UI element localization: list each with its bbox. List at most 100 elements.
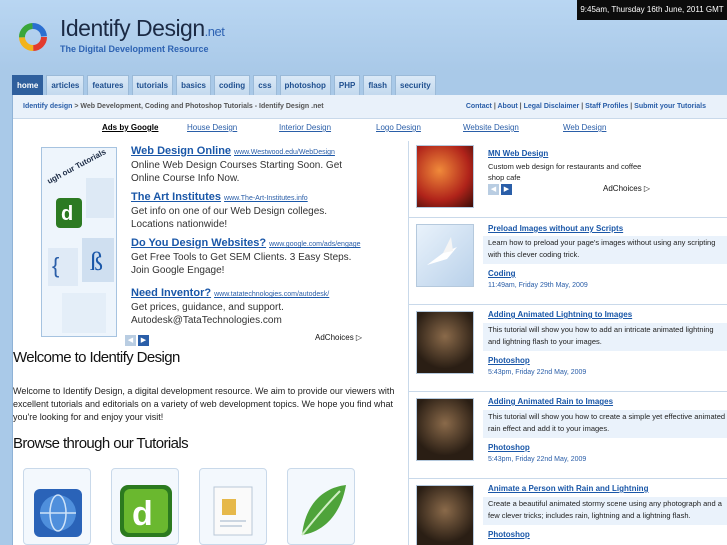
top-links: Contact | About | Legal Disclaimer | Sta… [466,95,706,119]
article-thumbnail[interactable] [416,311,474,374]
tab-flash[interactable]: flash [363,75,392,95]
ad-title-text[interactable]: Do You Design Websites? [131,237,266,249]
tab-photoshop[interactable]: photoshop [279,75,331,95]
tab-coding[interactable]: coding [213,75,251,95]
breadcrumb-separator: > [74,103,79,110]
ad-link-interior-design[interactable]: Interior Design [279,123,331,132]
article-date: 5:43pm, Friday 22nd May, 2009 [488,369,587,376]
article-category[interactable]: Photoshop [488,530,530,539]
contact-link[interactable]: Contact [466,103,492,110]
ad-link-website-design[interactable]: Website Design [463,123,519,132]
sidebar-ad-description: Custom web design for restaurants and co… [488,162,642,182]
sidebar-ad: MN Web Design Custom web design for rest… [409,141,727,217]
previous-arrow-icon[interactable]: ◀ [488,184,499,195]
document-icon [213,486,253,536]
next-arrow-icon[interactable]: ▶ [501,184,512,195]
article-description: This tutorial will show you how to add a… [488,325,714,346]
legal-disclaimer-link[interactable]: Legal Disclaimer [524,103,580,110]
sidebar-ad-pager: ◀ ▶ [488,184,512,195]
tab-php[interactable]: PHP [333,75,361,95]
ad-title[interactable]: The Art Institutes www.The-Art-Institutes… [131,191,371,203]
ad-link-logo-design[interactable]: Logo Design [376,123,421,132]
staff-profiles-link[interactable]: Staff Profiles [585,103,628,110]
adchoices-link[interactable]: AdChoices ▷ [315,333,362,342]
ad-entry: Web Design Online www.Westwood.edu/WebDes… [131,145,371,185]
ad-link-web-design[interactable]: Web Design [563,123,606,132]
article-category[interactable]: Coding [488,269,516,278]
article-category[interactable]: Photoshop [488,443,530,452]
article-thumbnail[interactable] [416,485,474,545]
ad-description: Get prices, guidance, and support. Autod… [131,302,284,326]
breadcrumb-home-link[interactable]: Identify design [23,103,72,110]
ad-thumbnail[interactable] [416,145,474,208]
site-title-text[interactable]: Identify Design [60,15,205,41]
article-title[interactable]: Animate a Person with Rain and Lightning [488,484,648,493]
tab-articles[interactable]: articles [46,75,85,95]
tutorial-category-globe[interactable] [23,468,91,545]
site-title[interactable]: Identify Design.net [60,15,225,42]
tutorial-category-dreamweaver[interactable]: d [111,468,179,545]
ad-entry: Do You Design Websites? www.google.com/ad… [131,237,371,277]
tutorial-category-leaf[interactable] [287,468,355,545]
site-header: Identify Design.net The Digital Developm… [0,0,727,72]
svg-text:d: d [61,203,73,225]
tab-home[interactable]: home [12,75,44,95]
tab-css[interactable]: css [253,75,277,95]
tab-basics[interactable]: basics [176,75,211,95]
ad-title[interactable]: Web Design Online www.Westwood.edu/WebDes… [131,145,371,157]
adchoices-label[interactable]: AdChoices [315,333,354,342]
ad-title[interactable]: Do You Design Websites? www.google.com/ad… [131,237,371,249]
adchoices-link[interactable]: AdChoices ▷ [603,184,650,193]
browse-heading: Browse through our Tutorials [13,435,189,452]
link-separator: | [630,103,633,110]
ad-url[interactable]: www.tatatechnologies.com/autodesk/ [214,291,329,298]
ad-image[interactable]: d { ß ugh our Tutorials [41,147,117,337]
submit-tutorials-link[interactable]: Submit your Tutorials [634,103,706,110]
tab-features[interactable]: features [87,75,129,95]
globe-icon [34,489,82,537]
svg-text:{: { [52,253,59,278]
main-nav: home articles features tutorials basics … [12,75,436,95]
sidebar-ad-title[interactable]: MN Web Design [488,149,548,158]
article-category[interactable]: Photoshop [488,356,530,365]
ad-links-bar: Ads by Google House Design Interior Desi… [13,123,727,135]
adchoices-icon[interactable]: ▷ [356,333,362,342]
article-description: Learn how to preload your page's images … [488,238,716,259]
ad-url[interactable]: www.Westwood.edu/WebDesign [234,149,335,156]
ad-title-text[interactable]: Need Inventor? [131,287,211,299]
previous-arrow-icon[interactable]: ◀ [125,335,136,346]
ad-url[interactable]: www.google.com/ads/engage [269,241,360,248]
svg-text:ß: ß [90,247,103,276]
ad-title[interactable]: Need Inventor? www.tatatechnologies.com/a… [131,287,371,299]
ad-title-text[interactable]: The Art Institutes [131,191,221,203]
next-arrow-icon[interactable]: ▶ [138,335,149,346]
article-thumbnail[interactable] [416,224,474,287]
tab-tutorials[interactable]: tutorials [131,75,174,95]
logo-icon[interactable] [18,22,48,52]
article-title[interactable]: Preload Images without any Scripts [488,224,623,233]
sidebar-article: Adding Animated Rain to Images This tuto… [409,391,727,478]
breadcrumb-current: Web Development, Coding and Photoshop Tu… [80,103,324,110]
article-description: Create a beautiful animated stormy scene… [488,499,722,520]
welcome-heading: Welcome to Identify Design [13,349,180,366]
tab-security[interactable]: security [395,75,436,95]
sidebar-article: Preload Images without any Scripts Learn… [409,217,727,304]
site-tagline: The Digital Development Resource [60,44,209,54]
site-title-tld[interactable]: .net [205,24,225,39]
sidebar-article: Adding Animated Lightning to Images This… [409,304,727,391]
adchoices-icon[interactable]: ▷ [644,184,650,193]
tutorial-category-document[interactable] [199,468,267,545]
dreamweaver-icon: d [120,485,172,537]
article-thumbnail[interactable] [416,398,474,461]
about-link[interactable]: About [498,103,518,110]
adchoices-label[interactable]: AdChoices [603,184,642,193]
article-title[interactable]: Adding Animated Lightning to Images [488,310,632,319]
ads-by-google-label[interactable]: Ads by Google [102,123,158,132]
ad-link-house-design[interactable]: House Design [187,123,237,132]
article-title[interactable]: Adding Animated Rain to Images [488,397,613,406]
article-description: This tutorial will show you how to creat… [488,412,726,433]
article-date: 5:43pm, Friday 22nd May, 2009 [488,456,587,463]
ad-url[interactable]: www.The-Art-Institutes.info [224,195,308,202]
ad-title-text[interactable]: Web Design Online [131,145,231,157]
ad-description: Get Free Tools to Get SEM Clients. 3 Eas… [131,252,352,276]
